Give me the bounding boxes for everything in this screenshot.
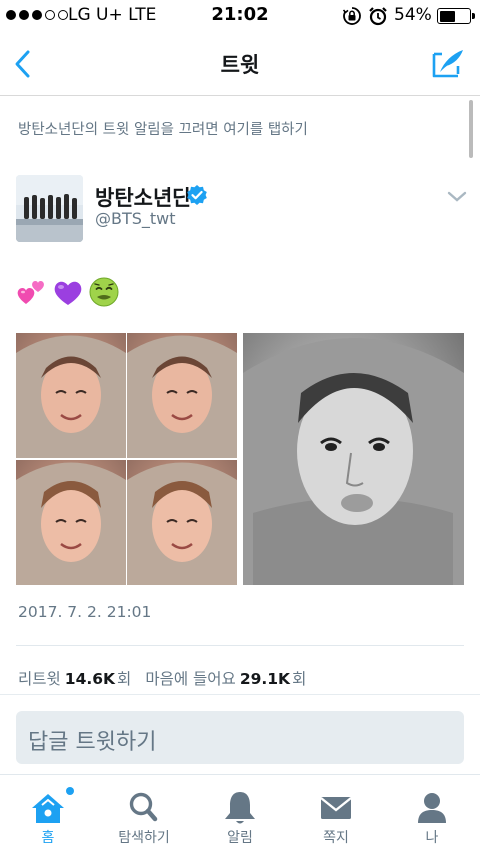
bell-icon [225,792,255,824]
retweet-unit: 회 [117,670,132,688]
media-tile[interactable] [127,460,237,585]
like-count[interactable]: 29.1K [240,670,290,688]
media-tile[interactable] [127,333,237,458]
battery-percent: 54% [394,5,432,25]
tweet-timestamp: 2017. 7. 2. 21:01 [18,603,152,621]
tab-label: 나 [425,830,439,846]
tab-messages[interactable]: 쪽지 [288,775,384,852]
home-icon [32,794,64,823]
avatar-image [16,175,83,242]
orientation-lock-icon [342,7,361,25]
tab-notifications[interactable]: 알림 [192,775,288,852]
tab-bar: 홈 탐색하기 알림 쪽지 나 [0,774,480,852]
author-handle[interactable]: @BTS_twt [95,209,176,228]
status-bar: LG U+ LTE 21:02 54% [0,0,480,32]
tweet-media [16,333,464,585]
search-icon [129,792,158,822]
envelope-icon [320,797,352,819]
media-tile[interactable] [16,460,126,585]
tab-home[interactable]: 홈 [0,775,96,852]
nauseated-face-emoji-icon [89,277,119,307]
media-tile[interactable] [16,333,126,458]
like-unit: 회 [292,670,307,688]
two-hearts-emoji-icon [17,280,44,304]
media-grayscale-image[interactable] [243,333,464,585]
page-title: 트윗 [220,53,260,77]
divider [16,645,464,646]
scrollbar [469,100,473,158]
tab-me[interactable]: 나 [384,775,480,852]
tab-explore[interactable]: 탐색하기 [96,775,192,852]
retweet-label[interactable]: 리트윗 [18,667,61,689]
like-label[interactable]: 마음에 들어요 [145,667,236,689]
navigation-bar: 트윗 [0,32,480,96]
retweet-count[interactable]: 14.6K [65,670,115,688]
tab-label: 홈 [41,830,55,846]
tab-label: 탐색하기 [118,830,170,846]
tweet-options-button[interactable] [446,188,468,206]
tweet-stats: 리트윗 14.6K 회 마음에 들어요 29.1K 회 [18,667,306,689]
purple-heart-emoji-icon [54,281,82,305]
tweet-text [16,275,120,309]
chevron-down-icon [447,191,467,202]
compose-tweet-button[interactable] [428,44,468,84]
notification-notice-link[interactable]: 방탄소년단의 트윗 알림을 끄려면 여기를 탭하기 [18,118,308,139]
avatar[interactable] [16,175,83,242]
author-name[interactable]: 방탄소년단 [95,182,192,212]
person-icon [418,793,446,823]
media-collage-image[interactable] [16,333,237,585]
reply-bar: 답글 트윗하기 [0,694,480,774]
tab-label: 쪽지 [323,830,349,846]
reply-input[interactable]: 답글 트윗하기 [16,711,464,764]
battery-icon [437,8,475,24]
compose-tweet-icon [432,50,463,78]
tab-label: 알림 [227,830,253,846]
unread-dot [66,787,74,795]
alarm-icon [369,7,387,26]
verified-badge-icon [187,185,207,205]
